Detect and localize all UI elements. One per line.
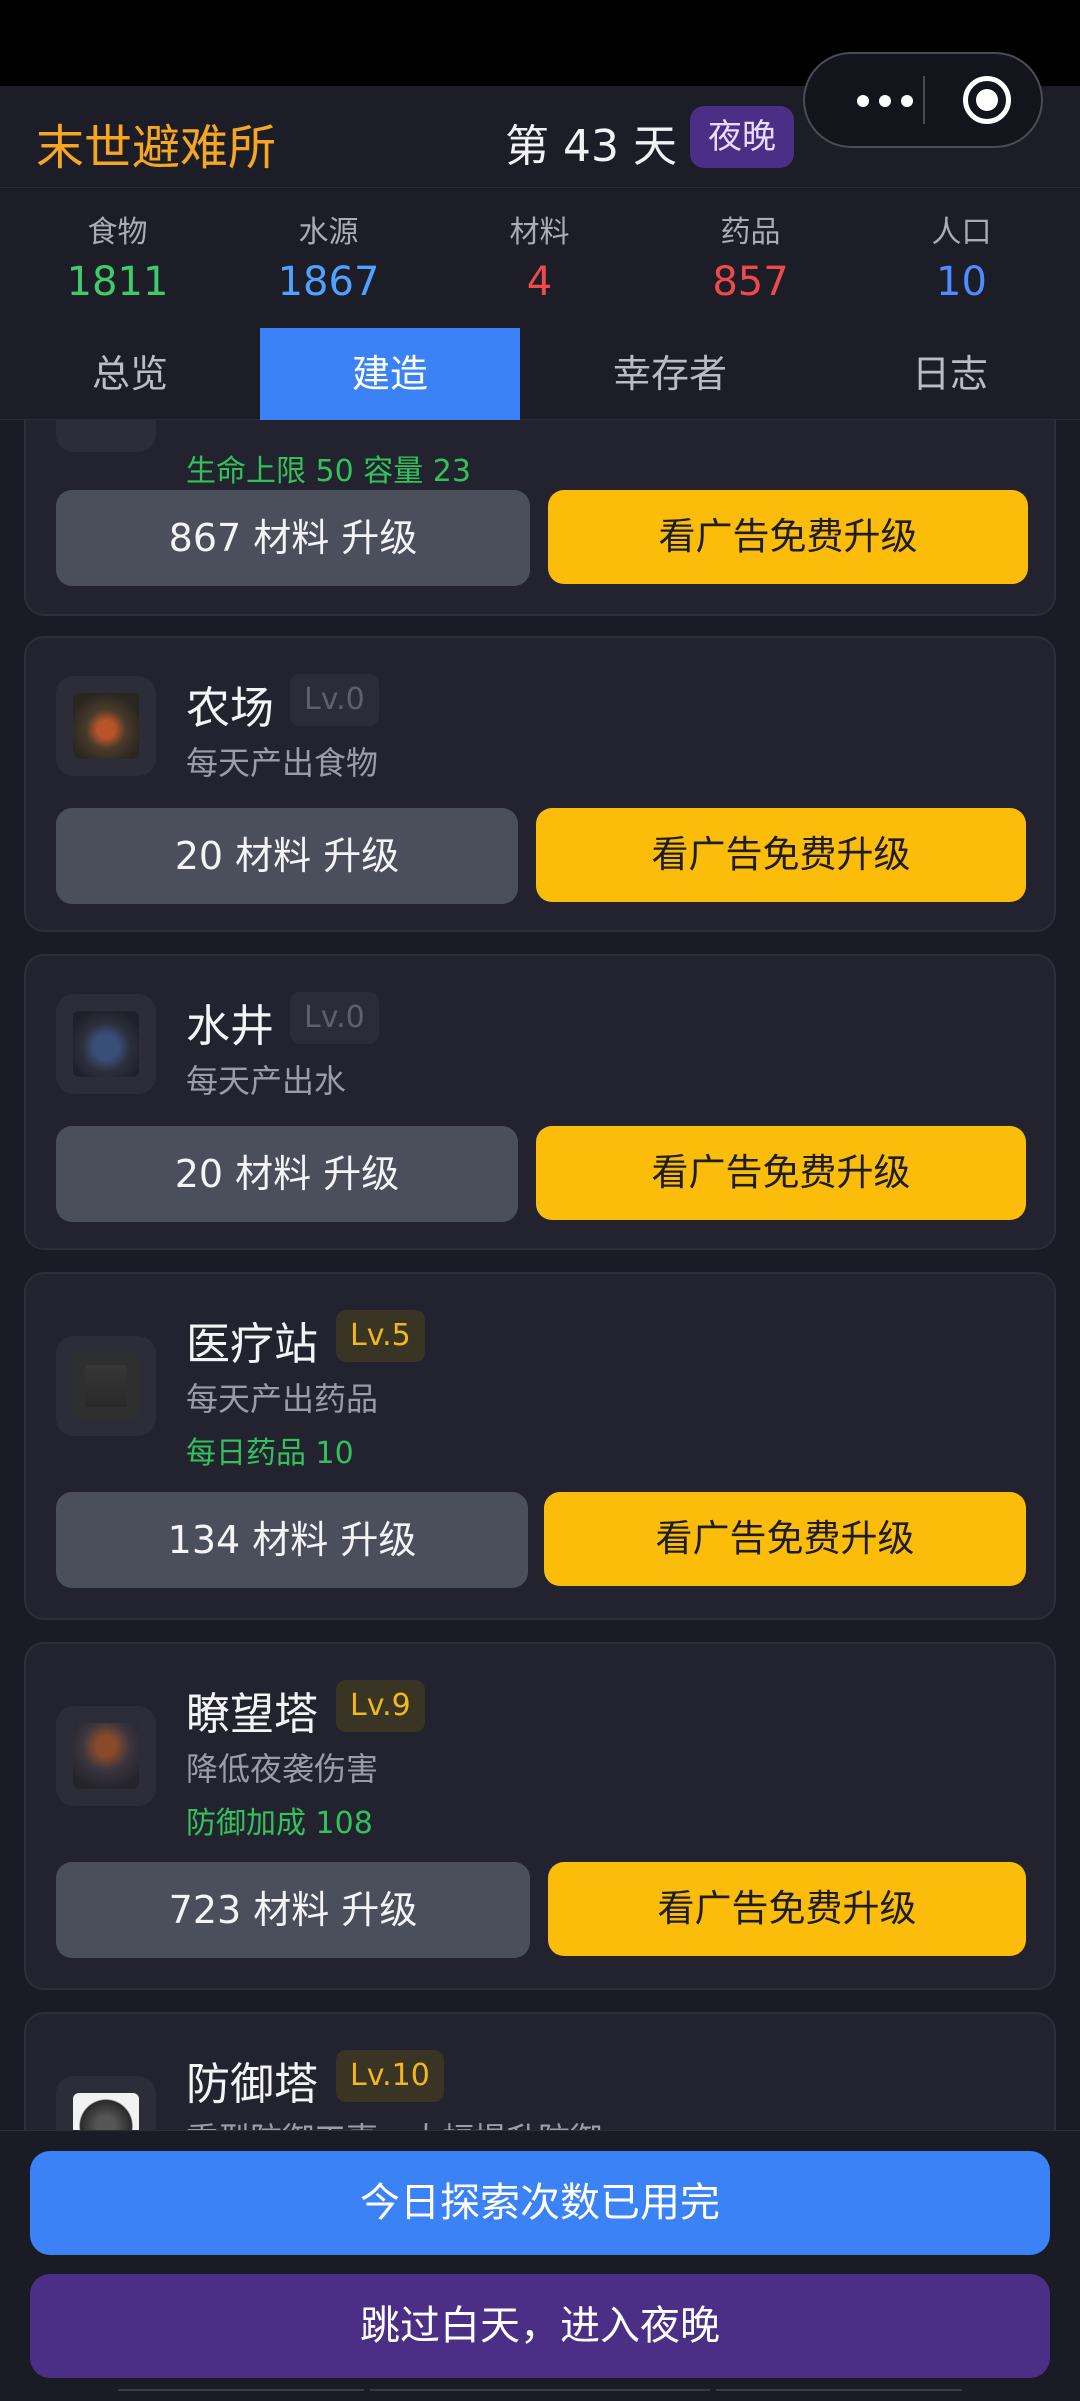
bottom-action-bar: 今日探索次数已用完 跳过白天，进入夜晚 xyxy=(0,2130,1080,2400)
tab-build[interactable]: 建造 xyxy=(260,328,520,420)
building-name: 农场 xyxy=(186,683,274,734)
resource-value: 857 xyxy=(712,259,789,305)
level-badge: Lv.0 xyxy=(290,674,379,726)
medical-icon xyxy=(56,1336,156,1436)
day-counter: 第 43 天 xyxy=(505,121,677,172)
farm-icon xyxy=(56,676,156,776)
building-list: 生命上限 50 容量 23 867 材料 升级 看广告免费升级 农场 Lv.0 … xyxy=(0,420,1080,2130)
building-name: 医疗站 xyxy=(186,1319,318,1370)
resource-label: 药品 xyxy=(720,215,781,250)
building-icon xyxy=(56,420,156,452)
explore-button[interactable]: 今日探索次数已用完 xyxy=(30,2151,1050,2255)
ad-upgrade-button[interactable]: 看广告免费升级 xyxy=(548,1862,1026,1956)
resource-population: 人口 10 xyxy=(856,189,1067,329)
resource-medicine: 药品 857 xyxy=(645,189,856,329)
ad-upgrade-button[interactable]: 看广告免费升级 xyxy=(548,490,1028,584)
capsule-divider xyxy=(923,76,925,124)
resource-bar: 食物 1811 水源 1867 材料 4 药品 857 人口 10 xyxy=(0,189,1080,329)
building-name: 水井 xyxy=(186,1001,274,1052)
tab-bar: 总览 建造 幸存者 日志 xyxy=(0,328,1080,420)
building-bonus: 防御加成 108 xyxy=(186,1806,373,1841)
resource-water: 水源 1867 xyxy=(223,189,434,329)
building-desc: 每天产出水 xyxy=(186,1062,347,1100)
building-card-well: 水井 Lv.0 每天产出水 20 材料 升级 看广告免费升级 xyxy=(24,954,1056,1250)
resource-value: 10 xyxy=(936,259,987,305)
resource-value: 1811 xyxy=(66,259,169,305)
well-icon xyxy=(56,994,156,1094)
resource-label: 水源 xyxy=(298,215,359,250)
more-dots-icon[interactable] xyxy=(835,54,935,146)
watchtower-icon xyxy=(56,1706,156,1806)
resource-value: 1867 xyxy=(277,259,380,305)
building-card-watchtower: 瞭望塔 Lv.9 降低夜袭伤害 防御加成 108 723 材料 升级 看广告免费… xyxy=(24,1642,1056,1990)
building-card-farm: 农场 Lv.0 每天产出食物 20 材料 升级 看广告免费升级 xyxy=(24,636,1056,932)
upgrade-button[interactable]: 20 材料 升级 xyxy=(56,808,518,904)
resource-materials: 材料 4 xyxy=(434,189,645,329)
phase-badge: 夜晚 xyxy=(690,106,794,168)
upgrade-button[interactable]: 867 材料 升级 xyxy=(56,490,530,586)
level-badge: Lv.0 xyxy=(290,992,379,1044)
building-card: 生命上限 50 容量 23 867 材料 升级 看广告免费升级 xyxy=(24,420,1056,616)
building-bonus: 每日药品 10 xyxy=(186,1436,354,1471)
upgrade-button[interactable]: 20 材料 升级 xyxy=(56,1126,518,1222)
tab-overview[interactable]: 总览 xyxy=(20,328,240,420)
building-desc: 每天产出药品 xyxy=(186,1380,379,1418)
bottom-edge-line xyxy=(716,2389,962,2401)
bottom-edge-line xyxy=(118,2389,364,2401)
app-title: 末世避难所 xyxy=(36,120,277,176)
building-name: 瞭望塔 xyxy=(186,1689,318,1740)
level-badge: Lv.10 xyxy=(336,2050,444,2102)
resource-label: 材料 xyxy=(509,215,570,250)
resource-label: 人口 xyxy=(931,215,992,250)
building-bonus: 生命上限 50 容量 23 xyxy=(186,454,471,489)
building-card-medical: 医疗站 Lv.5 每天产出药品 每日药品 10 134 材料 升级 看广告免费升… xyxy=(24,1272,1056,1620)
building-desc: 重型防御工事，大幅提升防御 xyxy=(186,2114,602,2130)
bottom-edge-line xyxy=(370,2389,710,2401)
upgrade-button[interactable]: 723 材料 升级 xyxy=(56,1862,530,1958)
defense-tower-icon xyxy=(56,2076,156,2130)
ad-upgrade-button[interactable]: 看广告免费升级 xyxy=(536,1126,1026,1220)
ad-upgrade-button[interactable]: 看广告免费升级 xyxy=(536,808,1026,902)
building-name: 防御塔 xyxy=(186,2059,318,2110)
level-badge: Lv.9 xyxy=(336,1680,425,1732)
ad-upgrade-button[interactable]: 看广告免费升级 xyxy=(544,1492,1026,1586)
tab-survivors[interactable]: 幸存者 xyxy=(560,328,780,420)
resource-label: 食物 xyxy=(87,215,148,250)
building-desc: 降低夜袭伤害 xyxy=(186,1750,379,1788)
level-badge: Lv.5 xyxy=(336,1310,425,1362)
tab-log[interactable]: 日志 xyxy=(840,328,1060,420)
building-desc: 每天产出食物 xyxy=(186,744,379,782)
miniprogram-capsule xyxy=(803,52,1043,148)
resource-value: 4 xyxy=(526,259,553,305)
skip-to-night-button[interactable]: 跳过白天，进入夜晚 xyxy=(30,2274,1050,2378)
target-icon[interactable] xyxy=(937,54,1037,146)
resource-food: 食物 1811 xyxy=(12,189,223,329)
building-card-defense-tower: 防御塔 Lv.10 重型防御工事，大幅提升防御 xyxy=(24,2012,1056,2130)
upgrade-button[interactable]: 134 材料 升级 xyxy=(56,1492,528,1588)
